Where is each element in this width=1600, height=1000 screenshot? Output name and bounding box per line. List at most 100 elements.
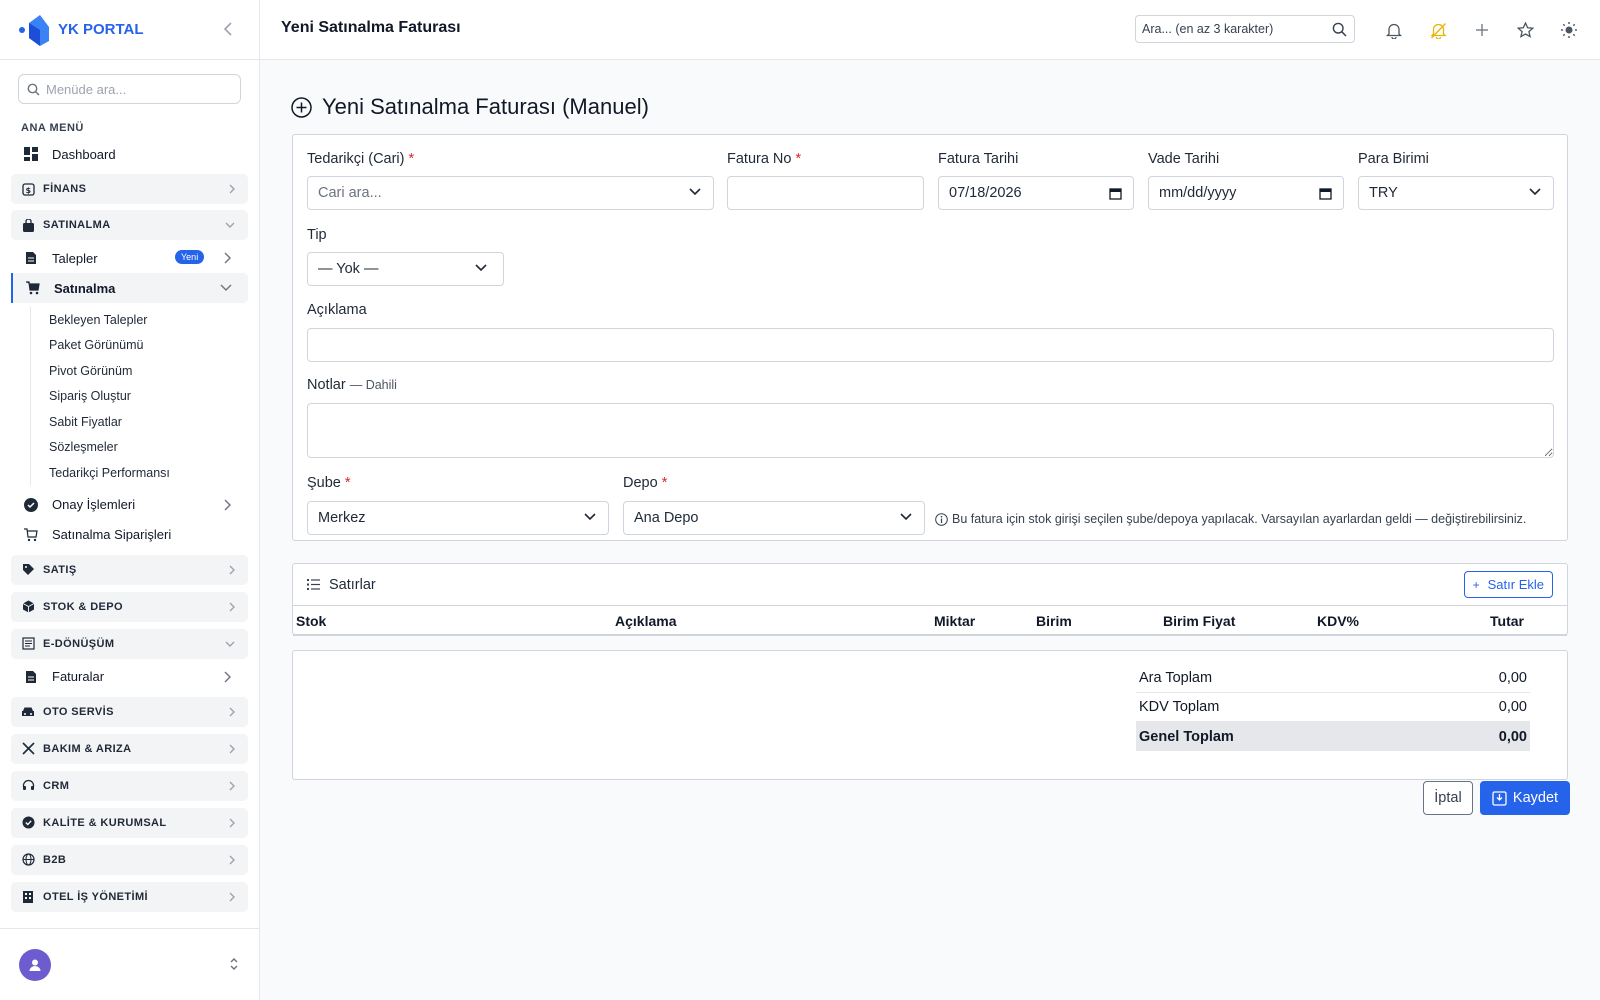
description-label: Açıklama — [307, 302, 367, 318]
bell-icon[interactable] — [1384, 20, 1404, 40]
save-button[interactable]: Kaydet — [1480, 781, 1570, 815]
global-search-input[interactable] — [1142, 22, 1322, 36]
lines-title: Satırlar — [329, 576, 376, 593]
submenu-item[interactable]: Tedarikçi Performansı — [0, 460, 259, 486]
sidebar-group-crm[interactable]: CRM — [11, 770, 248, 801]
box-icon — [21, 600, 35, 614]
chevron-right-icon — [229, 744, 235, 753]
tools-icon — [21, 742, 35, 756]
chevron-down-icon — [1529, 188, 1541, 196]
supplier-select[interactable]: Cari ara... — [307, 176, 714, 210]
invoice-header-card: Tedarikçi (Cari) * Cari ara... Fatura No… — [292, 134, 1568, 541]
star-icon[interactable] — [1515, 20, 1535, 40]
type-label: Tip — [307, 227, 327, 243]
stock-info-note: Bu fatura için stok girişi seçilen şube/… — [935, 512, 1526, 526]
invoice-date-label: Fatura Tarihi — [938, 151, 1019, 167]
sidebar-item-siparisler[interactable]: Satınalma Siparişleri — [0, 520, 259, 550]
group-label: B2B — [43, 853, 67, 866]
avatar[interactable] — [19, 949, 51, 981]
sidebar-group-bakim[interactable]: BAKIM & ARIZA — [11, 733, 248, 764]
column-header-birim-fiyat: Birim Fiyat — [1163, 613, 1236, 629]
sidebar-item-satinalma[interactable]: Satınalma — [11, 273, 248, 303]
sidebar-group-kalite[interactable]: KALİTE & KURUMSAL — [11, 807, 248, 838]
vat-total-value: 0,00 — [1498, 699, 1527, 715]
bell-off-icon[interactable] — [1428, 20, 1448, 40]
group-label: OTO SERVİS — [43, 705, 114, 718]
sidebar-group-finans[interactable]: $ FİNANS — [11, 174, 248, 204]
group-label: BAKIM & ARIZA — [43, 742, 132, 755]
sidebar-group-otel[interactable]: OTEL İŞ YÖNETİMİ — [11, 881, 248, 912]
sun-icon[interactable] — [1559, 20, 1579, 40]
chevron-down-icon — [475, 264, 487, 272]
cancel-button[interactable]: İptal — [1423, 781, 1473, 815]
invoice-no-label: Fatura No * — [727, 151, 802, 167]
info-icon — [935, 512, 948, 526]
chevron-right-icon — [224, 499, 231, 510]
add-line-button[interactable]: + Satır Ekle — [1463, 571, 1553, 598]
due-date-field[interactable]: mm/dd/yyyy — [1148, 176, 1344, 210]
submenu-item[interactable]: Sipariş Oluştur — [0, 384, 259, 410]
calendar-icon[interactable] — [1319, 187, 1332, 200]
brand-name[interactable]: YK PORTAL — [58, 21, 144, 38]
group-label: STOK & DEPO — [43, 600, 123, 613]
column-header-aciklama: Açıklama — [615, 613, 677, 629]
calendar-icon[interactable] — [1109, 187, 1122, 200]
submenu-item[interactable]: Sözleşmeler — [0, 435, 259, 461]
supplier-label: Tedarikçi (Cari) * — [307, 151, 415, 167]
sidebar-group-otoservis[interactable]: OTO SERVİS — [11, 696, 248, 727]
tag-icon — [21, 563, 35, 577]
user-menu[interactable] — [0, 928, 259, 1000]
chevron-updown-icon[interactable] — [229, 957, 239, 971]
sidebar-group-satis[interactable]: SATIŞ — [11, 554, 248, 585]
sidebar-group-satinalma[interactable]: SATINALMA — [11, 210, 248, 240]
submenu-item[interactable]: Pivot Görünüm — [0, 358, 259, 384]
sidebar-item-label: Dashboard — [52, 146, 116, 162]
brand: YK PORTAL — [0, 0, 259, 60]
notes-textarea[interactable] — [307, 403, 1554, 458]
submenu-item[interactable]: Bekleyen Talepler — [0, 307, 259, 333]
sidebar-item-dashboard[interactable]: Dashboard — [0, 140, 259, 168]
chevron-right-icon — [229, 707, 235, 716]
description-field[interactable] — [307, 328, 1554, 362]
topbar-title: Yeni Satınalma Faturası — [281, 19, 461, 36]
chevron-right-icon — [229, 781, 235, 790]
subtotal-row: Ara Toplam 0,00 — [1136, 664, 1530, 693]
submenu-item[interactable]: Paket Görünümü — [0, 333, 259, 359]
invoice-date-field[interactable]: 07/18/2026 — [938, 176, 1134, 210]
vat-total-label: KDV Toplam — [1139, 699, 1220, 715]
car-icon — [21, 705, 35, 719]
currency-select[interactable]: TRY — [1358, 176, 1554, 210]
warehouse-label: Depo * — [623, 475, 668, 491]
invoice-no-field[interactable] — [727, 176, 924, 210]
sidebar-group-b2b[interactable]: B2B — [11, 844, 248, 875]
collapse-sidebar-icon[interactable] — [219, 20, 237, 38]
sidebar-item-onay[interactable]: Onay İşlemleri — [0, 490, 259, 520]
cart-icon — [26, 281, 40, 295]
sidebar-group-stok[interactable]: STOK & DEPO — [11, 591, 248, 622]
badge-check-icon — [21, 816, 35, 830]
chevron-right-icon — [229, 818, 235, 827]
sidebar-item-label: Satınalma Siparişleri — [52, 527, 172, 542]
sidebar-group-edonusum[interactable]: E-DÖNÜŞÜM — [11, 628, 248, 659]
warehouse-select[interactable]: Ana Depo — [623, 501, 925, 535]
document-icon — [24, 670, 38, 684]
branch-select[interactable]: Merkez — [307, 501, 609, 535]
search-icon[interactable] — [1332, 22, 1347, 37]
satinalma-submenu: Bekleyen Talepler Paket Görünümü Pivot G… — [0, 307, 259, 486]
plus-circle-icon — [291, 96, 312, 118]
new-badge: Yeni — [175, 250, 205, 264]
lines-header: Satırlar + Satır Ekle — [293, 564, 1567, 606]
global-search[interactable] — [1135, 15, 1355, 43]
plus-icon[interactable] — [1472, 20, 1492, 40]
cart-outline-icon — [24, 527, 38, 542]
sidebar-item-label: Faturalar — [52, 669, 105, 684]
sidebar-item-faturalar[interactable]: Faturalar — [0, 662, 259, 692]
menu-search-input[interactable] — [46, 81, 226, 97]
menu-search[interactable] — [18, 74, 241, 104]
user-icon — [29, 959, 41, 971]
sidebar-item-talepler[interactable]: Talepler Yeni — [0, 243, 259, 273]
submenu-item[interactable]: Sabit Fiyatlar — [0, 409, 259, 435]
type-select[interactable]: — Yok — — [307, 252, 504, 286]
group-label: SATIŞ — [43, 563, 77, 576]
check-circle-icon — [24, 497, 38, 512]
